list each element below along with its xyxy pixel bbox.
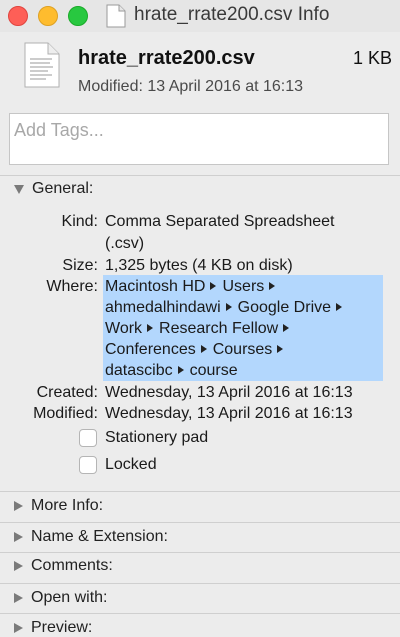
path-separator-icon	[177, 366, 184, 375]
general-heading: General:	[32, 180, 94, 197]
path-separator-icon	[225, 303, 232, 312]
path-item: Research Fellow	[159, 320, 279, 337]
title-bar: hrate_rrate200.csv Info	[0, 0, 400, 32]
file-name: hrate_rrate200.csv	[78, 47, 255, 69]
path-separator-icon	[147, 324, 154, 333]
minimize-button[interactable]	[38, 6, 58, 26]
where-path-line: ahmedalhindawi Google Drive	[105, 299, 348, 317]
disclosure-triangle-right-icon	[14, 501, 23, 511]
where-path-line: datascibc course	[105, 362, 238, 380]
divider	[0, 175, 400, 176]
general-section-toggle[interactable]: General:	[14, 180, 93, 198]
where-path-line: Conferences Courses	[105, 341, 289, 359]
more-info-section-toggle[interactable]: More Info:	[14, 497, 103, 515]
path-separator-icon	[269, 282, 276, 291]
path-item: Macintosh HD	[105, 278, 206, 295]
preview-heading: Preview:	[31, 619, 93, 636]
path-item: Conferences	[105, 341, 196, 358]
where-label: Where:	[46, 278, 98, 295]
modified-label: Modified:	[33, 405, 98, 422]
created-label: Created:	[36, 384, 98, 401]
path-separator-icon	[283, 324, 290, 333]
divider	[0, 522, 400, 523]
stationery-pad-checkbox[interactable]	[79, 429, 97, 447]
document-icon	[106, 4, 126, 28]
preview-section-toggle[interactable]: Preview:	[14, 619, 92, 637]
open-with-section-toggle[interactable]: Open with:	[14, 589, 107, 607]
modified-value: Wednesday, 13 April 2016 at 16:13	[105, 405, 353, 422]
more-info-heading: More Info:	[31, 497, 104, 514]
path-separator-icon	[277, 345, 284, 354]
close-button[interactable]	[8, 6, 28, 26]
disclosure-triangle-right-icon	[14, 623, 23, 633]
disclosure-triangle-down-icon	[14, 184, 24, 194]
kind-label: Kind:	[61, 213, 98, 230]
comments-heading: Comments:	[31, 557, 113, 574]
path-item: Courses	[212, 341, 273, 358]
divider	[0, 552, 400, 553]
locked-label: Locked	[105, 456, 157, 473]
kind-value-ext: (.csv)	[105, 235, 145, 252]
path-item: Users	[222, 278, 265, 295]
open-with-heading: Open with:	[31, 589, 108, 606]
divider	[0, 491, 400, 492]
path-separator-icon	[210, 282, 217, 291]
tags-placeholder: Add Tags...	[14, 120, 104, 140]
path-item: ahmedalhindawi	[105, 299, 221, 316]
name-extension-section-toggle[interactable]: Name & Extension:	[14, 528, 168, 546]
divider	[0, 583, 400, 584]
path-separator-icon	[336, 303, 343, 312]
locked-checkbox[interactable]	[79, 456, 97, 474]
disclosure-triangle-right-icon	[14, 593, 23, 603]
where-path-line: Work Research Fellow	[105, 320, 295, 338]
size-label: Size:	[62, 257, 98, 274]
path-item: Work	[105, 320, 143, 337]
name-extension-heading: Name & Extension:	[31, 528, 168, 545]
comments-section-toggle[interactable]: Comments:	[14, 557, 113, 575]
disclosure-triangle-right-icon	[14, 561, 23, 571]
stationery-pad-label: Stationery pad	[105, 429, 209, 446]
file-size: 1 KB	[352, 48, 392, 68]
modified-date: Modified: 13 April 2016 at 16:13	[78, 78, 304, 95]
window-title: hrate_rrate200.csv Info	[134, 4, 330, 25]
path-item: Google Drive	[237, 299, 332, 316]
path-item: datascibc	[105, 362, 173, 379]
kind-value: Comma Separated Spreadsheet	[105, 213, 335, 230]
divider	[0, 613, 400, 614]
where-path-line: Macintosh HD Users	[105, 278, 281, 296]
tags-input[interactable]: Add Tags...	[9, 113, 389, 165]
path-separator-icon	[200, 345, 207, 354]
size-value: 1,325 bytes (4 KB on disk)	[105, 257, 293, 274]
csv-file-icon	[24, 42, 60, 88]
created-value: Wednesday, 13 April 2016 at 16:13	[105, 384, 353, 401]
disclosure-triangle-right-icon	[14, 532, 23, 542]
zoom-button[interactable]	[68, 6, 88, 26]
path-item: course	[189, 362, 238, 379]
